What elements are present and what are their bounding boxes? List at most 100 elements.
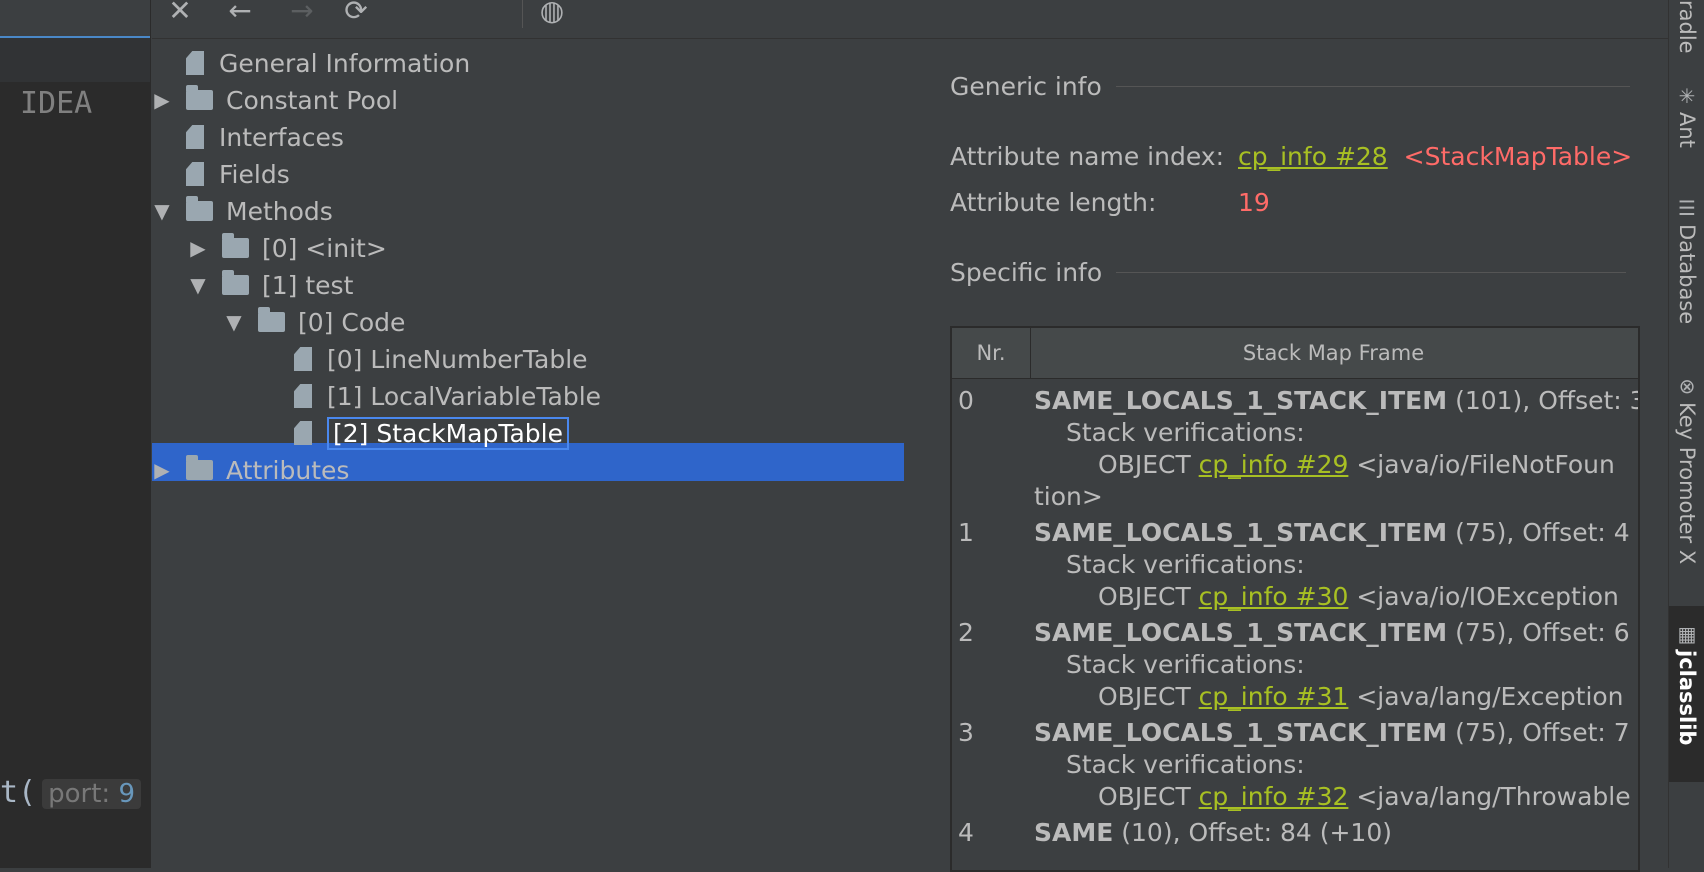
- tool-tab-gradle[interactable]: radle: [1669, 0, 1704, 70]
- verification-entry: OBJECT cp_info #32 <java/lang/Throwable: [1098, 782, 1631, 811]
- tree-item-methods[interactable]: ▼ Methods: [152, 192, 333, 230]
- toolbar: ✕ ← → ⟳ ◍: [152, 0, 1668, 39]
- tool-tab-label: Key Promoter X: [1675, 402, 1699, 565]
- tool-tab-label: radle: [1675, 0, 1699, 54]
- row-number: 3: [958, 718, 974, 747]
- editor-code-line: t(port: 9: [0, 775, 141, 810]
- table-header: Nr. Stack Map Frame: [952, 328, 1638, 379]
- file-icon: [294, 421, 312, 445]
- tool-tab-key-promoter-x[interactable]: ⊗ Key Promoter X: [1669, 374, 1704, 584]
- file-icon: [186, 162, 204, 186]
- cp-info-link[interactable]: cp_info #29: [1199, 450, 1349, 479]
- tree-item-line-number-table[interactable]: ▶ [0] LineNumberTable: [260, 340, 588, 378]
- stack-map-table[interactable]: Nr. Stack Map Frame 0 SAME_LOCALS_1_STAC…: [950, 326, 1640, 872]
- refresh-icon[interactable]: ⟳: [338, 0, 374, 26]
- folder-icon: [222, 270, 249, 295]
- tool-tab-ant[interactable]: ✳ Ant: [1669, 84, 1704, 184]
- verification-kind: OBJECT: [1098, 682, 1199, 711]
- collapse-arrow-icon[interactable]: ▼: [152, 199, 172, 223]
- class-structure-tree[interactable]: ▶ General Information ▶ Constant Pool ▶ …: [152, 44, 904, 868]
- file-icon: [186, 51, 204, 75]
- folder-icon: [186, 85, 213, 110]
- jclasslib-icon: ▦: [1677, 622, 1697, 646]
- folder-icon: [186, 196, 213, 221]
- tool-tab-label: Database: [1675, 224, 1699, 325]
- browser-globe-icon[interactable]: ◍: [534, 0, 570, 26]
- frame-type: SAME: [1034, 818, 1114, 847]
- frame-type: SAME_LOCALS_1_STACK_ITEM: [1034, 618, 1448, 647]
- panel-divider[interactable]: [150, 0, 151, 868]
- stack-verifications-label: Stack verifications:: [1066, 650, 1305, 679]
- frame-details: (75), Offset: 7: [1447, 718, 1630, 747]
- parameter-hint-label: port:: [48, 779, 111, 809]
- frame-details: (10), Offset: 84 (+10): [1113, 818, 1392, 847]
- ant-icon: ✳: [1678, 84, 1696, 108]
- tree-item-label: [0] <init>: [262, 233, 387, 263]
- verification-entry: OBJECT cp_info #30 <java/io/IOException: [1098, 582, 1619, 611]
- expand-arrow-icon[interactable]: ▶: [188, 236, 208, 260]
- database-icon: ☰: [1678, 196, 1696, 220]
- tree-item-label: Attributes: [226, 455, 350, 485]
- frame-type: SAME_LOCALS_1_STACK_ITEM: [1034, 518, 1448, 547]
- cp-info-link[interactable]: cp_info #30: [1199, 582, 1349, 611]
- tree-item-attributes[interactable]: ▶ Attributes: [152, 451, 349, 489]
- tree-item-label: [1] LocalVariableTable: [327, 381, 602, 411]
- code-editor[interactable]: IDEA t(port: 9: [0, 0, 150, 868]
- expand-arrow-icon[interactable]: ▶: [152, 88, 172, 112]
- cp-info-link[interactable]: cp_info #28: [1238, 142, 1388, 171]
- column-header-nr[interactable]: Nr.: [952, 328, 1031, 378]
- tree-item-stack-map-table[interactable]: ▶ [2] StackMapTable: [260, 414, 569, 452]
- frame-details: (101), Offset: 3: [1447, 386, 1640, 415]
- section-separator: [1116, 272, 1627, 273]
- verification-target: <java/lang/Throwable: [1348, 782, 1631, 811]
- close-icon[interactable]: ✕: [162, 0, 198, 26]
- right-tool-window-bar: radle ✳ Ant ☰ Database ⊗ Key Promoter X …: [1668, 0, 1704, 868]
- row-number: 0: [958, 386, 974, 415]
- verification-entry: OBJECT cp_info #31 <java/lang/Exception: [1098, 682, 1624, 711]
- tree-item-constant-pool[interactable]: ▶ Constant Pool: [152, 81, 398, 119]
- tree-item-code[interactable]: ▼ [0] Code: [224, 303, 405, 341]
- folder-icon: [258, 307, 285, 332]
- attr-name-index-value: cp_info #28 <StackMapTable>: [1238, 142, 1632, 171]
- attr-length-label: Attribute length:: [950, 188, 1157, 217]
- file-icon: [186, 125, 204, 149]
- collapse-arrow-icon[interactable]: ▼: [224, 310, 244, 334]
- frame-summary: SAME_LOCALS_1_STACK_ITEM (75), Offset: 4: [1034, 518, 1630, 547]
- attr-length-value: 19: [1238, 188, 1270, 217]
- stack-verifications-label: Stack verifications:: [1066, 550, 1305, 579]
- tree-item-label: Interfaces: [219, 122, 344, 152]
- tree-item-local-variable-table[interactable]: ▶ [1] LocalVariableTable: [260, 377, 601, 415]
- column-header-stack-map-frame[interactable]: Stack Map Frame: [1031, 328, 1636, 378]
- frame-summary: SAME_LOCALS_1_STACK_ITEM (75), Offset: 6: [1034, 618, 1630, 647]
- tree-item-fields[interactable]: ▶ Fields: [152, 155, 290, 193]
- tree-item-method-test[interactable]: ▼ [1] test: [188, 266, 353, 304]
- section-title: Generic info: [950, 72, 1102, 101]
- tree-item-method-init[interactable]: ▶ [0] <init>: [188, 229, 387, 267]
- frame-type: SAME_LOCALS_1_STACK_ITEM: [1034, 386, 1448, 415]
- generic-info-header: Generic info: [950, 72, 1630, 101]
- verification-target: <java/lang/Exception: [1348, 682, 1624, 711]
- cp-info-link[interactable]: cp_info #31: [1199, 682, 1349, 711]
- frame-details: (75), Offset: 6: [1447, 618, 1630, 647]
- attr-name-resolved: <StackMapTable>: [1403, 142, 1633, 171]
- tool-tab-database[interactable]: ☰ Database: [1669, 196, 1704, 336]
- cp-info-link[interactable]: cp_info #32: [1199, 782, 1349, 811]
- tool-tab-label: Ant: [1675, 112, 1699, 148]
- forward-arrow-icon[interactable]: →: [284, 0, 320, 26]
- tool-tab-jclasslib[interactable]: ▦ jclasslib: [1669, 606, 1704, 782]
- editor-tab-bar[interactable]: [0, 0, 150, 38]
- verification-target-wrap: tion>: [1034, 482, 1103, 511]
- expand-arrow-icon[interactable]: ▶: [152, 458, 172, 482]
- frame-summary: SAME_LOCALS_1_STACK_ITEM (75), Offset: 7: [1034, 718, 1630, 747]
- collapse-arrow-icon[interactable]: ▼: [188, 273, 208, 297]
- file-icon: [294, 384, 312, 408]
- tree-item-label: [2] StackMapTable: [327, 416, 569, 450]
- row-number: 1: [958, 518, 974, 547]
- parameter-hint-value: 9: [118, 779, 135, 809]
- verification-kind: OBJECT: [1098, 782, 1199, 811]
- tree-item-interfaces[interactable]: ▶ Interfaces: [152, 118, 344, 156]
- back-arrow-icon[interactable]: ←: [222, 0, 258, 26]
- tree-item-label: Fields: [219, 159, 290, 189]
- tree-item-general-information[interactable]: ▶ General Information: [152, 44, 470, 82]
- row-number: 4: [958, 818, 974, 847]
